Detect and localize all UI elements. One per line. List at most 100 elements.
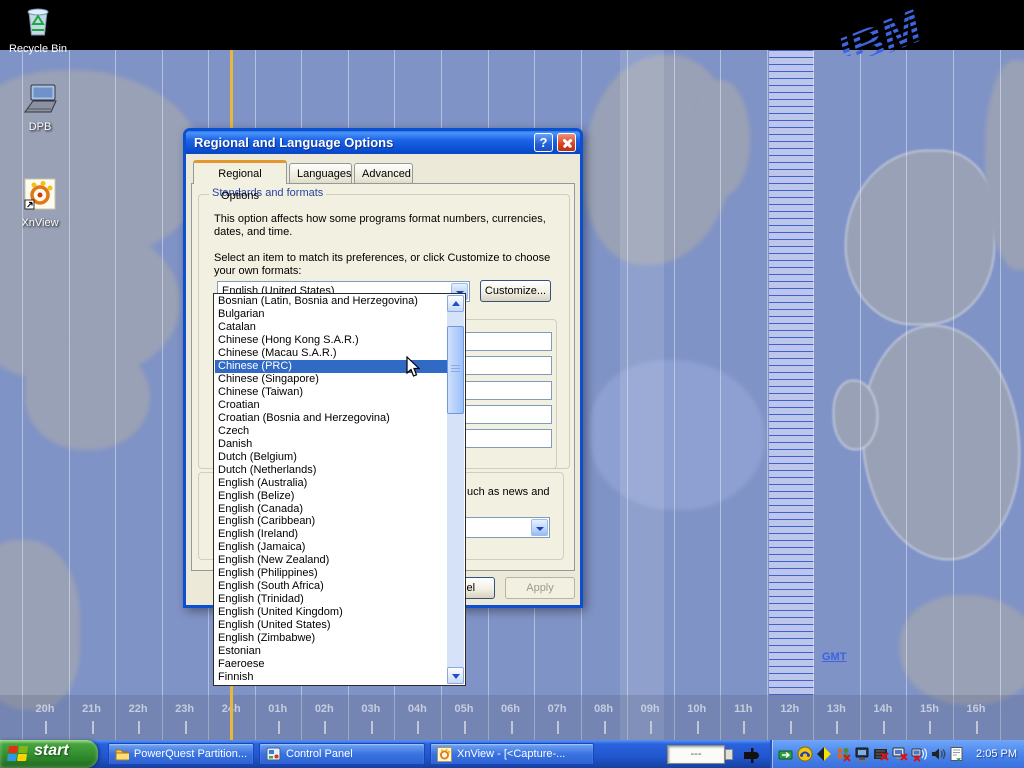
arrow-down-icon [452,674,460,679]
meridian-line [627,50,628,740]
taskbar: start PowerQuest Partition... Control Pa… [0,740,1024,768]
language-option[interactable]: Dutch (Netherlands) [215,464,447,477]
language-option[interactable]: Dutch (Belgium) [215,451,447,464]
meridian-line [953,50,954,740]
timezone-band: 20h21h22h23h24h01h02h03h04h05h06h07h08h0… [0,695,1024,740]
apply-button[interactable]: Apply [505,577,575,599]
battery-meter: --- [667,745,725,764]
meridian-line [69,50,70,740]
language-option[interactable]: English (Trinidad) [215,593,447,606]
start-button[interactable]: start [0,740,98,768]
timezone-tick [790,721,792,734]
language-option[interactable]: Faeroese [215,658,447,671]
desktop-icon-label: DPB [4,121,76,133]
language-option[interactable]: Bulgarian [215,308,447,321]
language-option[interactable]: English (United States) [215,619,447,632]
location-description-fragment: uch as news and [467,486,550,499]
tab-regional-options[interactable]: Regional Options [193,160,287,184]
language-list[interactable]: Bosnian (Latin, Bosnia and Herzegovina)B… [213,293,466,686]
combobox-dropdown-button[interactable] [531,519,548,536]
language-option[interactable]: Finnish [215,671,447,684]
timezone-tick [604,721,606,734]
language-option[interactable]: Czech [215,425,447,438]
language-option[interactable]: Croatian (Bosnia and Herzegovina) [215,412,447,425]
meridian-line [906,50,907,740]
desktop-top-band: IBM Recycle Bin [0,0,1024,50]
computer-offline-icon[interactable] [892,746,908,762]
language-option[interactable]: English (Australia) [215,477,447,490]
safely-remove-hardware-icon[interactable] [778,746,794,762]
language-option[interactable]: Catalan [215,321,447,334]
timezone-label: 12h [770,703,810,715]
modem-icon[interactable] [797,746,813,762]
gmt-label: GMT [822,651,846,663]
timezone-label: 09h [630,703,670,715]
language-option[interactable]: Croatian [215,399,447,412]
timezone-tick [45,721,47,734]
meridian-line [767,50,768,740]
language-option[interactable]: Estonian [215,645,447,658]
timezone-label: 20h [25,703,65,715]
language-option[interactable]: Chinese (Hong Kong S.A.R.) [215,334,447,347]
taskbar-item-control-panel[interactable]: Control Panel [259,743,425,765]
timezone-label: 11h [723,703,763,715]
continent-shape [25,340,150,450]
standards-instruction: Select an item to match its preferences,… [214,252,570,278]
xnview-icon [22,176,58,212]
timezone-tick [650,721,652,734]
timezone-tick [976,721,978,734]
tray-clock[interactable]: 2:05 PM [976,740,1017,768]
timezone-label: 01h [258,703,298,715]
language-option[interactable]: English (Zimbabwe) [215,632,447,645]
scrollbar-thumb[interactable] [447,326,464,414]
timezone-tick [417,721,419,734]
meridian-line [1000,50,1001,740]
language-option[interactable]: English (United Kingdom) [215,606,447,619]
timezone-label: 08h [584,703,624,715]
timezone-tick [883,721,885,734]
wireless-off-icon[interactable] [911,746,927,762]
language-option[interactable]: English (Philippines) [215,567,447,580]
language-option[interactable]: English (Canada) [215,503,447,516]
presentation-director-icon[interactable] [949,746,965,762]
battery-gauge-icon[interactable] [816,746,832,762]
taskbar-item-xnview[interactable]: XnView - [<Capture-... [430,743,594,765]
desktop-icon-xnview[interactable]: XnView [4,176,76,229]
timezone-label: 22h [118,703,158,715]
timezone-label: 06h [491,703,531,715]
taskbar-item-powerquest[interactable]: PowerQuest Partition... [108,743,254,765]
users-offline-icon[interactable] [835,746,851,762]
dialog-titlebar[interactable]: Regional and Language Options ? [186,131,580,154]
language-option[interactable]: Danish [215,438,447,451]
timezone-label: 16h [956,703,996,715]
desktop: GMT 20h21h22h23h24h01h02h03h04h05h06h07h… [0,0,1024,768]
timezone-tick [464,721,466,734]
volume-icon[interactable] [930,746,946,762]
language-option[interactable]: Chinese (Taiwan) [215,386,447,399]
recycle-bin-icon-group[interactable]: Recycle Bin [2,3,74,55]
tab-languages[interactable]: Languages [289,163,352,184]
close-button[interactable] [557,133,576,152]
customize-button[interactable]: Customize... [480,280,551,302]
windows-logo-icon [7,746,28,762]
meridian-line [813,50,814,740]
tab-advanced[interactable]: Advanced [354,163,413,184]
timezone-tick [278,721,280,734]
desktop-icon-label: XnView [4,217,76,229]
network-monitor-icon[interactable] [854,746,870,762]
language-option[interactable]: English (South Africa) [215,580,447,593]
help-button[interactable]: ? [534,133,553,152]
scrollbar[interactable] [447,295,464,684]
language-option[interactable]: Bosnian (Latin, Bosnia and Herzegovina) [215,295,447,308]
scrollbar-down-button[interactable] [447,667,464,684]
taskbar-item-label: PowerQuest Partition... [134,748,247,760]
language-option[interactable]: English (New Zealand) [215,554,447,567]
language-option[interactable]: English (Jamaica) [215,541,447,554]
scrollbar-up-button[interactable] [447,295,464,312]
language-option[interactable]: English (Belize) [215,490,447,503]
desktop-icon-dpb[interactable]: DPB [4,84,76,133]
language-option[interactable]: English (Ireland) [215,528,447,541]
language-option[interactable]: English (Caribbean) [215,515,447,528]
scrollbar-grip [451,365,460,374]
drive-disconnected-icon[interactable] [873,746,889,762]
